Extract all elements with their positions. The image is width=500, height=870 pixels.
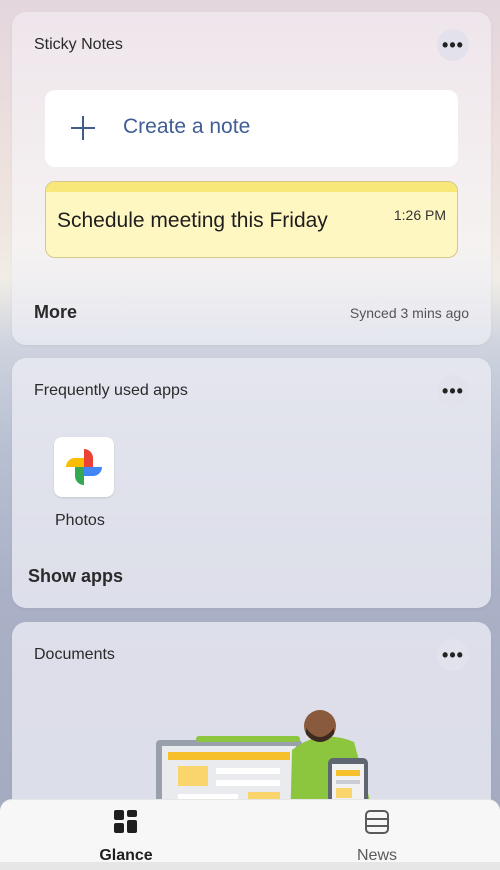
documents-title: Documents xyxy=(34,646,115,663)
more-options-icon: ••• xyxy=(442,644,464,665)
system-gesture-bar xyxy=(0,862,500,870)
more-options-icon: ••• xyxy=(442,380,464,401)
plus-icon xyxy=(69,114,97,142)
glance-grid-icon xyxy=(114,810,137,833)
sync-status: Synced 3 mins ago xyxy=(349,305,469,321)
show-apps-link[interactable]: Show apps xyxy=(28,566,123,587)
note-color-bar xyxy=(46,182,457,192)
news-icon xyxy=(365,810,389,834)
sticky-notes-title: Sticky Notes xyxy=(34,36,123,53)
frequent-apps-more-options-button[interactable]: ••• xyxy=(437,375,469,407)
nav-glance[interactable]: Glance xyxy=(66,808,186,865)
sticky-notes-more-options-button[interactable]: ••• xyxy=(437,29,469,61)
note-text: Schedule meeting this Friday xyxy=(57,209,328,232)
documents-more-options-button[interactable]: ••• xyxy=(437,639,469,671)
app-tile-photos[interactable] xyxy=(54,437,114,497)
frequent-apps-card: Frequently used apps ••• Photos Show app… xyxy=(12,358,491,608)
nav-news[interactable]: News xyxy=(317,808,437,865)
create-note-label: Create a note xyxy=(123,115,251,138)
more-link[interactable]: More xyxy=(34,302,77,323)
frequent-apps-title: Frequently used apps xyxy=(34,382,188,399)
bottom-navigation: Glance News xyxy=(0,799,500,865)
sticky-note[interactable]: Schedule meeting this Friday 1:26 PM xyxy=(45,181,458,258)
create-note-button[interactable]: Create a note xyxy=(45,90,458,167)
app-label-photos: Photos xyxy=(55,512,105,529)
photos-pinwheel-icon xyxy=(66,449,102,485)
sticky-notes-card: Sticky Notes ••• Create a note Schedule … xyxy=(12,12,491,345)
note-time: 1:26 PM xyxy=(393,207,446,223)
more-options-icon: ••• xyxy=(442,34,464,55)
